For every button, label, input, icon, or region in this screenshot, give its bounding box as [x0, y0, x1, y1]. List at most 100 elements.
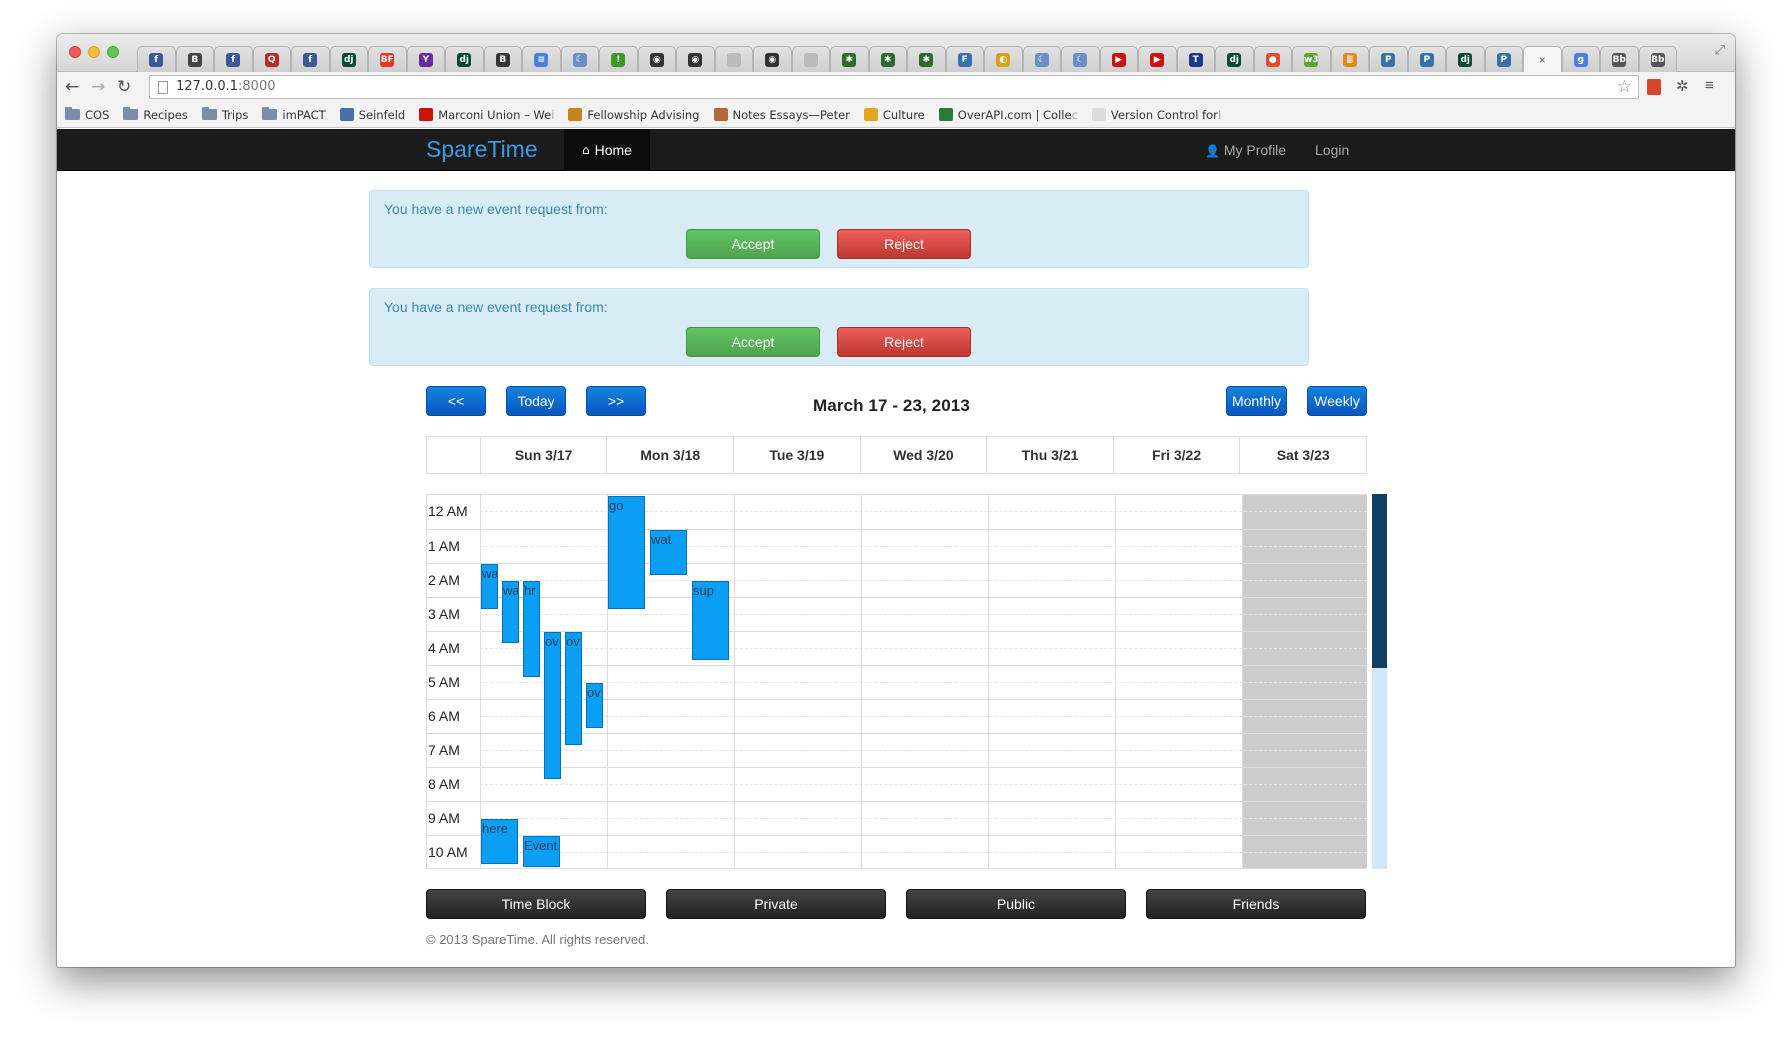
- browser-tab[interactable]: ≡: [522, 46, 561, 72]
- browser-tab[interactable]: P: [1369, 46, 1408, 72]
- browser-tab[interactable]: ☾: [560, 46, 599, 72]
- hour-row[interactable]: 8 AM: [427, 767, 1367, 801]
- calendar-event[interactable]: wa: [502, 581, 519, 644]
- browser-tab[interactable]: Bb: [1600, 46, 1639, 72]
- calendar-event[interactable]: go: [608, 496, 645, 610]
- puzzle-icon[interactable]: ✲: [1676, 77, 1689, 95]
- browser-tab[interactable]: Q: [252, 46, 291, 72]
- calendar-event[interactable]: Event: [523, 836, 560, 867]
- browser-tab[interactable]: F: [945, 46, 984, 72]
- bookmark-star-icon[interactable]: ☆: [1617, 77, 1632, 97]
- hour-row[interactable]: 1 AM: [427, 529, 1367, 563]
- zoom-window-button[interactable]: [107, 46, 119, 58]
- brand-logo[interactable]: SpareTime: [426, 136, 538, 163]
- accept-button[interactable]: Accept: [686, 229, 820, 259]
- browser-tab[interactable]: ☾: [1061, 46, 1100, 72]
- browser-tab[interactable]: f: [214, 46, 253, 72]
- bookmark-item[interactable]: imPACT: [262, 107, 326, 122]
- browser-tab[interactable]: B: [483, 46, 522, 72]
- calendar-event[interactable]: sup: [692, 581, 729, 661]
- browser-tab[interactable]: dj: [329, 46, 368, 72]
- browser-tab[interactable]: f: [137, 46, 176, 72]
- browser-tab[interactable]: ▶: [1099, 46, 1138, 72]
- nav-home-link[interactable]: ⌂ Home: [564, 129, 650, 171]
- next-week-button[interactable]: >>: [586, 386, 646, 416]
- fullscreen-icon[interactable]: ⤢: [1715, 42, 1725, 58]
- hour-row[interactable]: 3 AM: [427, 597, 1367, 631]
- extension-red-icon[interactable]: [1647, 79, 1661, 95]
- browser-tab[interactable]: ◉: [753, 46, 792, 72]
- browser-tab[interactable]: [791, 46, 830, 72]
- accept-button[interactable]: Accept: [686, 327, 820, 357]
- close-window-button[interactable]: [69, 46, 81, 58]
- calendar-event[interactable]: ov: [565, 632, 582, 746]
- browser-tab[interactable]: ◐: [984, 46, 1023, 72]
- filter-button-public[interactable]: Public: [906, 889, 1126, 919]
- browser-tab[interactable]: [714, 46, 753, 72]
- close-icon[interactable]: ×: [1539, 53, 1546, 67]
- browser-tab[interactable]: Bb: [1638, 46, 1677, 72]
- browser-tab[interactable]: ☾: [1022, 46, 1061, 72]
- browser-tab[interactable]: ▶: [1138, 46, 1177, 72]
- bookmark-item[interactable]: Version Control for I: [1091, 108, 1221, 122]
- browser-tab[interactable]: BF: [368, 46, 407, 72]
- bookmark-item[interactable]: Marconi Union – We i: [419, 108, 554, 122]
- forward-icon[interactable]: →: [91, 77, 105, 97]
- bookmark-item[interactable]: OverAPI.com | Colle c: [938, 108, 1078, 122]
- monthly-view-button[interactable]: Monthly: [1226, 386, 1287, 416]
- browser-tab[interactable]: g: [1561, 46, 1600, 72]
- hour-row[interactable]: 9 AM: [427, 801, 1367, 835]
- browser-tab[interactable]: P: [1484, 46, 1523, 72]
- scrollbar-thumb[interactable]: [1372, 494, 1387, 668]
- prev-week-button[interactable]: <<: [426, 386, 486, 416]
- filter-button-friends[interactable]: Friends: [1146, 889, 1366, 919]
- calendar-event[interactable]: wat: [650, 530, 687, 576]
- browser-tab[interactable]: ✱: [907, 46, 946, 72]
- hour-row[interactable]: 2 AM: [427, 563, 1367, 597]
- hour-row[interactable]: 10 AM: [427, 835, 1367, 868]
- browser-tab[interactable]: ●: [1253, 46, 1292, 72]
- bookmark-item[interactable]: Notes Essays—Peter: [713, 108, 850, 122]
- reject-button[interactable]: Reject: [837, 327, 971, 357]
- nav-login-link[interactable]: Login: [1315, 142, 1349, 158]
- calendar-event[interactable]: wa: [481, 564, 498, 610]
- calendar-event[interactable]: ov: [544, 632, 561, 780]
- browser-tab[interactable]: dj: [445, 46, 484, 72]
- today-button[interactable]: Today: [506, 386, 566, 416]
- reject-button[interactable]: Reject: [837, 229, 971, 259]
- weekly-view-button[interactable]: Weekly: [1307, 386, 1367, 416]
- filter-button-private[interactable]: Private: [666, 889, 886, 919]
- nav-profile-link[interactable]: 👤 My Profile: [1205, 142, 1286, 158]
- minimize-window-button[interactable]: [88, 46, 100, 58]
- browser-tab[interactable]: Y: [406, 46, 445, 72]
- browser-tab[interactable]: dj: [1215, 46, 1254, 72]
- browser-tab[interactable]: w3: [1292, 46, 1331, 72]
- browser-tab[interactable]: ≣: [1330, 46, 1369, 72]
- browser-tab[interactable]: T: [1176, 46, 1215, 72]
- browser-tab[interactable]: ✱: [830, 46, 869, 72]
- bookmark-item[interactable]: Recipes: [123, 107, 188, 122]
- browser-tab[interactable]: B: [175, 46, 214, 72]
- browser-tab[interactable]: ◉: [637, 46, 676, 72]
- reload-icon[interactable]: ↻: [117, 77, 131, 97]
- bookmark-item[interactable]: COS: [65, 107, 109, 122]
- browser-tab[interactable]: dj: [1446, 46, 1485, 72]
- browser-tab[interactable]: !: [599, 46, 638, 72]
- browser-tab[interactable]: f: [291, 46, 330, 72]
- back-icon[interactable]: ←: [65, 77, 79, 97]
- hour-row[interactable]: 12 AM: [427, 495, 1367, 529]
- browser-tab[interactable]: ◉: [676, 46, 715, 72]
- address-bar[interactable]: 127.0.0.1:8000 ☆: [149, 75, 1639, 99]
- bookmark-item[interactable]: Trips: [201, 107, 248, 122]
- browser-tab[interactable]: P: [1407, 46, 1446, 72]
- browser-tab[interactable]: ×: [1523, 46, 1562, 72]
- bookmark-item[interactable]: Culture: [863, 108, 925, 122]
- calendar-event[interactable]: here: [481, 819, 518, 865]
- bookmark-item[interactable]: Fellowship Advising: [568, 108, 700, 122]
- bookmark-item[interactable]: Seinfeld: [339, 108, 405, 122]
- calendar-event[interactable]: hr: [523, 581, 540, 678]
- menu-icon[interactable]: ≡: [1705, 77, 1714, 94]
- calendar-scrollbar[interactable]: [1372, 494, 1387, 869]
- browser-tab[interactable]: ✱: [868, 46, 907, 72]
- calendar-event[interactable]: ov: [586, 683, 603, 729]
